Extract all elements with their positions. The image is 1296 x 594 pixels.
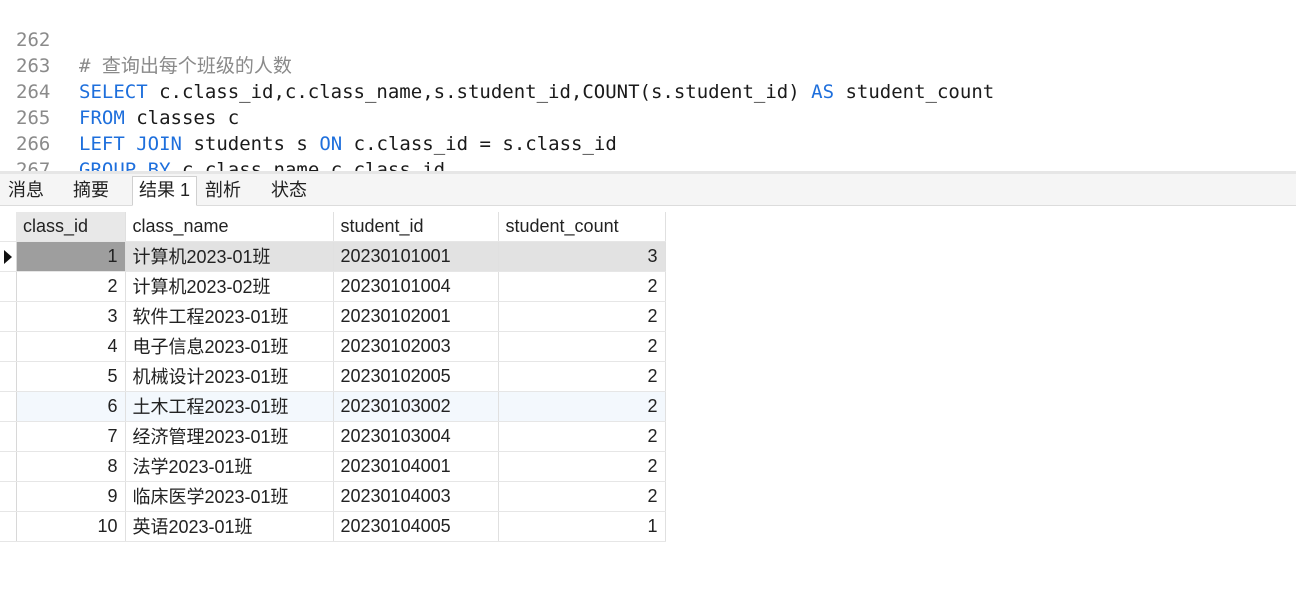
row-indicator[interactable] <box>0 511 17 542</box>
cell-student-id[interactable]: 20230102003 <box>333 331 499 362</box>
table-row[interactable]: 8 法学2023-01班 20230104001 2 <box>0 451 666 482</box>
code-line: 263 SELECT c.class_id,c.class_name,s.stu… <box>0 27 994 103</box>
row-indicator-header <box>0 212 16 242</box>
row-indicator[interactable] <box>0 451 17 482</box>
tab-messages[interactable]: 消息 <box>2 176 50 205</box>
cell-student-id[interactable]: 20230104005 <box>333 511 499 542</box>
cell-class-id[interactable]: 5 <box>16 361 126 392</box>
column-header[interactable]: student_count <box>498 212 666 242</box>
row-indicator[interactable] <box>0 481 17 512</box>
table-row[interactable]: 9 临床医学2023-01班 20230104003 2 <box>0 481 666 512</box>
cell-student-id[interactable]: 20230102005 <box>333 361 499 392</box>
table-row[interactable]: 10 英语2023-01班 20230104005 1 <box>0 511 666 542</box>
tab-summary[interactable]: 摘要 <box>67 176 115 205</box>
cell-class-name[interactable]: 临床医学2023-01班 <box>125 481 334 512</box>
tab-profile[interactable]: 剖析 <box>199 176 247 205</box>
table-row[interactable]: 7 经济管理2023-01班 20230103004 2 <box>0 421 666 452</box>
column-header[interactable]: class_id <box>16 212 126 242</box>
row-indicator[interactable] <box>0 391 17 422</box>
cell-class-id[interactable]: 4 <box>16 331 126 362</box>
header-row: class_id class_name student_id student_c… <box>0 212 666 242</box>
result-tabs: 消息 摘要 结果 1 剖析 状态 <box>0 174 1296 206</box>
cell-student-count[interactable]: 2 <box>498 361 666 392</box>
cell-class-id[interactable]: 10 <box>16 511 126 542</box>
cell-class-id[interactable]: 1 <box>16 241 126 272</box>
current-row-arrow-icon <box>4 249 12 264</box>
cell-student-id[interactable]: 20230101001 <box>333 241 499 272</box>
cell-class-name[interactable]: 软件工程2023-01班 <box>125 301 334 332</box>
cell-class-id[interactable]: 2 <box>16 271 126 302</box>
code-text: LEFT JOIN students s ON c.class_id = s.c… <box>79 133 617 155</box>
cell-student-count[interactable]: 2 <box>498 481 666 512</box>
code-line: 266 GROUP BY c.class_name,c.class_id <box>0 105 445 172</box>
cell-class-id[interactable]: 3 <box>16 301 126 332</box>
column-header[interactable]: student_id <box>333 212 499 242</box>
table-row[interactable]: 6 土木工程2023-01班 20230103002 2 <box>0 391 666 422</box>
cell-student-id[interactable]: 20230104001 <box>333 451 499 482</box>
cell-class-name[interactable]: 英语2023-01班 <box>125 511 334 542</box>
table-row[interactable]: 5 机械设计2023-01班 20230102005 2 <box>0 361 666 392</box>
tab-status[interactable]: 状态 <box>265 176 313 205</box>
column-header[interactable]: class_name <box>125 212 334 242</box>
code-line: 267 ORDER BY c.class_id <box>0 131 50 172</box>
result-grid[interactable]: class_id class_name student_id student_c… <box>0 212 666 542</box>
row-indicator[interactable] <box>0 421 17 452</box>
cell-student-id[interactable]: 20230103002 <box>333 391 499 422</box>
code-line: 262 # 查询出每个班级的人数 <box>0 1 292 77</box>
sql-editor[interactable]: 262 # 查询出每个班级的人数 263 SELECT c.class_id,c… <box>0 0 1296 172</box>
cell-class-id[interactable]: 8 <box>16 451 126 482</box>
cell-student-count[interactable]: 2 <box>498 421 666 452</box>
cell-student-count[interactable]: 2 <box>498 271 666 302</box>
cell-student-count[interactable]: 2 <box>498 301 666 332</box>
code-line: 264 FROM classes c <box>0 53 239 129</box>
row-indicator[interactable] <box>0 241 17 272</box>
table-row[interactable]: 4 电子信息2023-01班 20230102003 2 <box>0 331 666 362</box>
cell-class-id[interactable]: 9 <box>16 481 126 512</box>
row-indicator[interactable] <box>0 331 17 362</box>
cell-student-count[interactable]: 3 <box>498 241 666 272</box>
cell-class-id[interactable]: 6 <box>16 391 126 422</box>
table-row[interactable]: 2 计算机2023-02班 20230101004 2 <box>0 271 666 302</box>
cell-class-name[interactable]: 计算机2023-02班 <box>125 271 334 302</box>
cell-class-id[interactable]: 7 <box>16 421 126 452</box>
cell-student-count[interactable]: 1 <box>498 511 666 542</box>
row-indicator[interactable] <box>0 361 17 392</box>
code-text: SELECT c.class_id,c.class_name,s.student… <box>79 81 995 103</box>
cell-student-count[interactable]: 2 <box>498 331 666 362</box>
cell-class-name[interactable]: 法学2023-01班 <box>125 451 334 482</box>
cell-class-name[interactable]: 计算机2023-01班 <box>125 241 334 272</box>
row-indicator[interactable] <box>0 301 17 332</box>
code-line: 265 LEFT JOIN students s ON c.class_id =… <box>0 79 617 155</box>
cell-class-name[interactable]: 机械设计2023-01班 <box>125 361 334 392</box>
cell-student-id[interactable]: 20230101004 <box>333 271 499 302</box>
cell-student-count[interactable]: 2 <box>498 451 666 482</box>
cell-student-count[interactable]: 2 <box>498 391 666 422</box>
cell-class-name[interactable]: 电子信息2023-01班 <box>125 331 334 362</box>
code-text: FROM classes c <box>79 107 240 129</box>
cell-class-name[interactable]: 经济管理2023-01班 <box>125 421 334 452</box>
row-indicator[interactable] <box>0 271 17 302</box>
cell-student-id[interactable]: 20230102001 <box>333 301 499 332</box>
table-row[interactable]: 1 计算机2023-01班 20230101001 3 <box>0 241 666 272</box>
cell-student-id[interactable]: 20230103004 <box>333 421 499 452</box>
code-line: 268 <box>0 157 46 172</box>
cell-student-id[interactable]: 20230104003 <box>333 481 499 512</box>
code-text: GROUP BY c.class_name,c.class_id <box>79 159 446 172</box>
table-row[interactable]: 3 软件工程2023-01班 20230102001 2 <box>0 301 666 332</box>
tab-result-1[interactable]: 结果 1 <box>132 176 198 206</box>
code-comment: # 查询出每个班级的人数 <box>79 55 292 77</box>
cell-class-name[interactable]: 土木工程2023-01班 <box>125 391 334 422</box>
